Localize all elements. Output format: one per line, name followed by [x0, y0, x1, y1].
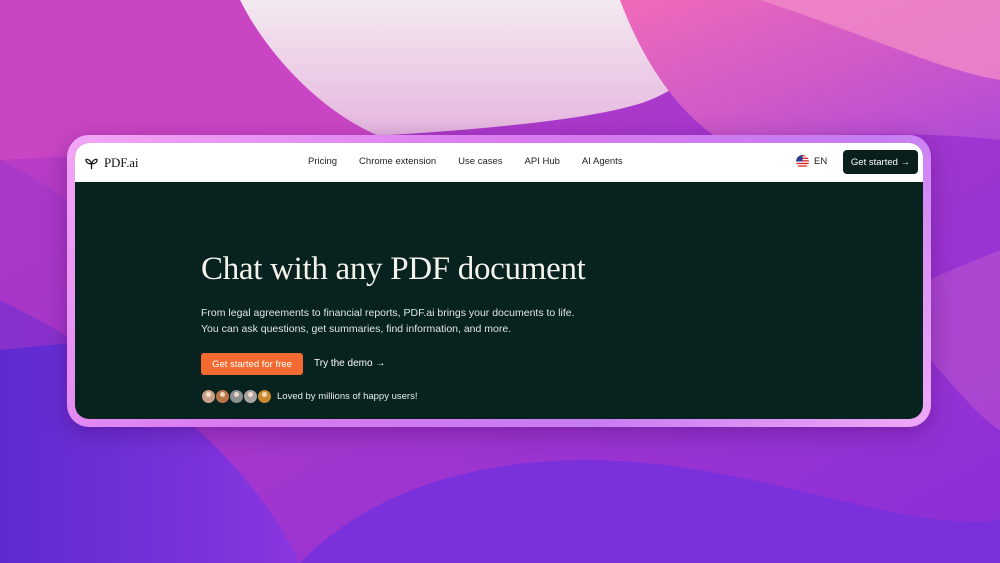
browser-frame: PDF.ai Pricing Chrome extension Use case…	[67, 135, 931, 427]
hero-title: Chat with any PDF document	[201, 251, 586, 287]
avatar	[229, 389, 244, 404]
browser-window: PDF.ai Pricing Chrome extension Use case…	[75, 143, 923, 419]
hero-subtitle: From legal agreements to financial repor…	[201, 305, 575, 337]
logo[interactable]: PDF.ai	[85, 155, 138, 171]
social-proof-text: Loved by millions of happy users!	[277, 391, 418, 402]
us-flag-icon	[796, 155, 809, 168]
get-started-button[interactable]: Get started →	[843, 150, 918, 174]
nav-link-chrome-extension[interactable]: Chrome extension	[359, 156, 436, 167]
logo-text: PDF.ai	[104, 155, 139, 170]
avatar	[257, 389, 272, 404]
avatar	[215, 389, 230, 404]
avatar	[201, 389, 216, 404]
nav-link-ai-agents[interactable]: AI Agents	[582, 156, 623, 167]
hero-subtitle-line-1: From legal agreements to financial repor…	[201, 307, 575, 319]
top-navbar: PDF.ai Pricing Chrome extension Use case…	[75, 143, 923, 182]
social-proof: Loved by millions of happy users!	[201, 389, 417, 404]
avatar-group	[201, 389, 272, 404]
nav-link-pricing[interactable]: Pricing	[308, 156, 337, 167]
nav-link-use-cases[interactable]: Use cases	[458, 156, 502, 167]
sprout-icon	[85, 158, 98, 169]
language-label: EN	[814, 156, 828, 167]
nav-links: Pricing Chrome extension Use cases API H…	[308, 156, 623, 167]
nav-link-api-hub[interactable]: API Hub	[525, 156, 560, 167]
get-started-free-button[interactable]: Get started for free	[201, 353, 303, 375]
language-selector[interactable]: EN	[796, 155, 827, 168]
hero-subtitle-line-2: You can ask questions, get summaries, fi…	[201, 323, 512, 335]
avatar	[243, 389, 258, 404]
try-demo-link[interactable]: Try the demo →	[314, 358, 385, 369]
